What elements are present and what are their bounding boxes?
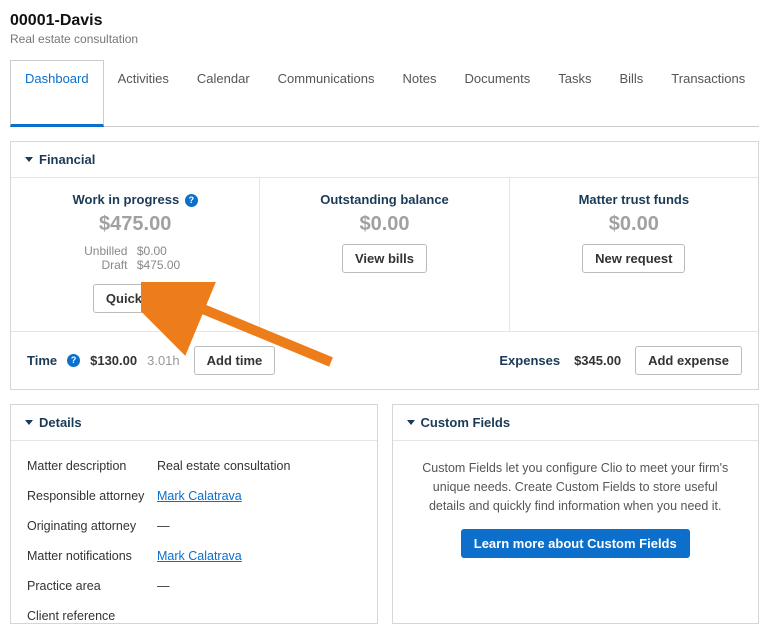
caret-down-icon: [25, 157, 33, 162]
financial-header[interactable]: Financial: [11, 142, 758, 177]
custom-fields-text: Custom Fields let you configure Clio to …: [415, 459, 737, 515]
wip-title: Work in progress: [73, 192, 180, 207]
new-request-button[interactable]: New request: [582, 244, 685, 273]
matter-title: 00001-Davis: [10, 12, 759, 30]
tab-documents[interactable]: Documents: [450, 60, 544, 126]
desc-label: Matter description: [27, 459, 157, 473]
clientref-label: Client reference: [27, 609, 157, 623]
resp-attorney-link[interactable]: Mark Calatrava: [157, 489, 242, 503]
desc-value: Real estate consultation: [157, 459, 361, 473]
add-time-button[interactable]: Add time: [194, 346, 276, 375]
custom-fields-panel: Custom Fields Custom Fields let you conf…: [392, 404, 760, 624]
draft-label: Draft: [73, 258, 133, 272]
wip-column: Work in progress ? $475.00 Unbilled $0.0…: [11, 178, 260, 331]
trust-amount: $0.00: [520, 213, 748, 236]
tab-bar: Dashboard Activities Calendar Communicat…: [10, 60, 759, 127]
time-hours: 3.01h: [147, 353, 180, 368]
caret-down-icon: [25, 420, 33, 425]
caret-down-icon: [407, 420, 415, 425]
orig-label: Originating attorney: [27, 519, 157, 533]
clientref-value: [157, 609, 361, 623]
tab-tasks[interactable]: Tasks: [544, 60, 605, 126]
view-bills-button[interactable]: View bills: [342, 244, 427, 273]
expenses-label: Expenses: [499, 353, 560, 368]
tab-communications[interactable]: Communications: [264, 60, 389, 126]
practice-value: —: [157, 579, 361, 593]
wip-amount: $475.00: [21, 213, 249, 236]
outstanding-amount: $0.00: [270, 213, 498, 236]
unbilled-label: Unbilled: [73, 244, 133, 258]
matter-subtitle: Real estate consultation: [10, 32, 759, 46]
tab-notes[interactable]: Notes: [389, 60, 451, 126]
trust-column: Matter trust funds $0.00 New request: [510, 178, 758, 331]
tab-bills[interactable]: Bills: [605, 60, 657, 126]
time-amount: $130.00: [90, 353, 137, 368]
unbilled-value: $0.00: [137, 244, 197, 258]
custom-fields-title: Custom Fields: [421, 415, 511, 430]
time-expense-row: Time ? $130.00 3.01h Add time Expenses $…: [11, 331, 758, 389]
trust-title: Matter trust funds: [520, 192, 748, 207]
financial-panel: Financial Work in progress ? $475.00 Unb…: [10, 141, 759, 390]
details-panel: Details Matter description Real estate c…: [10, 404, 378, 624]
practice-label: Practice area: [27, 579, 157, 593]
quick-bill-button[interactable]: Quick bill: [93, 284, 178, 313]
help-icon[interactable]: ?: [67, 354, 80, 367]
orig-value: —: [157, 519, 361, 533]
custom-fields-header[interactable]: Custom Fields: [393, 405, 759, 440]
tab-clio-cocounsel[interactable]: Clio for Co-Counsel: [759, 60, 769, 126]
time-label: Time: [27, 353, 57, 368]
expenses-amount: $345.00: [574, 353, 621, 368]
details-header[interactable]: Details: [11, 405, 377, 440]
outstanding-title: Outstanding balance: [270, 192, 498, 207]
tab-activities[interactable]: Activities: [104, 60, 183, 126]
draft-value: $475.00: [137, 258, 197, 272]
help-icon[interactable]: ?: [185, 194, 198, 207]
outstanding-column: Outstanding balance $0.00 View bills: [260, 178, 509, 331]
resp-label: Responsible attorney: [27, 489, 157, 503]
wip-breakdown: Unbilled $0.00 Draft $475.00: [73, 244, 196, 272]
tab-calendar[interactable]: Calendar: [183, 60, 264, 126]
financial-title: Financial: [39, 152, 95, 167]
learn-more-button[interactable]: Learn more about Custom Fields: [461, 529, 690, 558]
add-expense-button[interactable]: Add expense: [635, 346, 742, 375]
details-title: Details: [39, 415, 82, 430]
tab-transactions[interactable]: Transactions: [657, 60, 759, 126]
tab-dashboard[interactable]: Dashboard: [10, 60, 104, 127]
